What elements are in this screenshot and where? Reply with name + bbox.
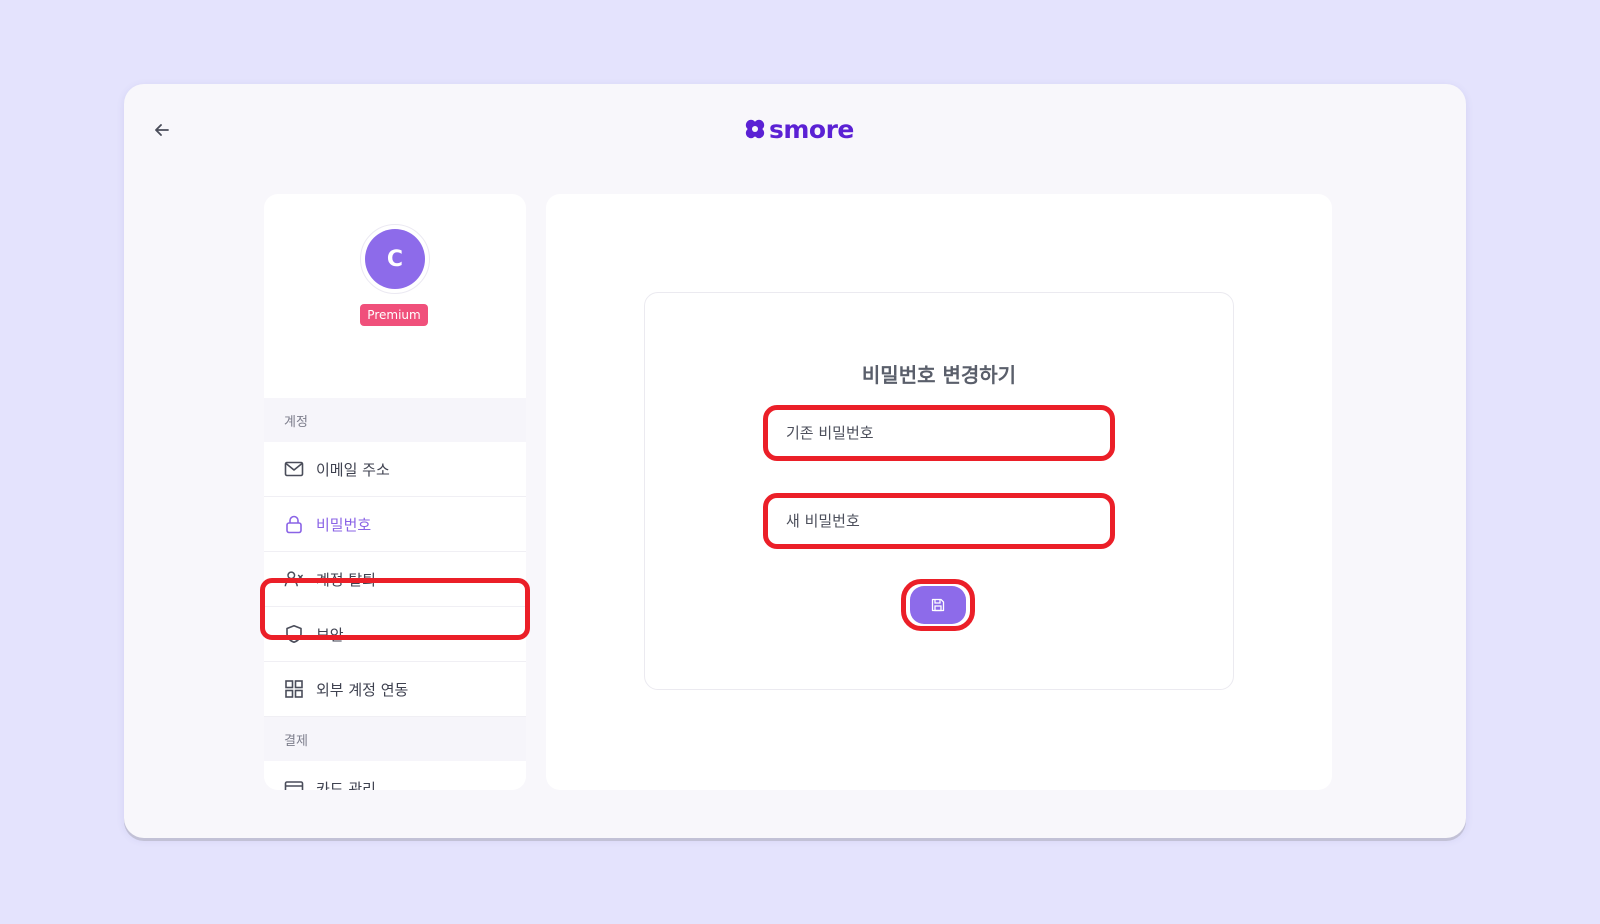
sidebar-item-label: 카드 관리: [316, 779, 376, 791]
main-panel: 비밀번호 변경하기: [546, 194, 1332, 790]
section-header-account: 계정: [264, 398, 526, 442]
sidebar-item-label: 외부 계정 연동: [316, 680, 409, 699]
mail-icon: [284, 459, 304, 479]
sidebar-item-delete-account[interactable]: 계정 탈퇴: [264, 552, 526, 607]
credit-card-icon: [284, 778, 304, 790]
user-x-icon: [284, 569, 304, 589]
card-title: 비밀번호 변경하기: [861, 363, 1017, 387]
sidebar-item-linked-accounts[interactable]: 외부 계정 연동: [264, 662, 526, 717]
settings-sidebar: C Premium 계정 이메일 주소 비밀번호 계정 탈퇴 보안 외부 계정 …: [264, 194, 526, 790]
sidebar-item-card-management[interactable]: 카드 관리: [264, 761, 526, 790]
save-button[interactable]: [910, 586, 966, 624]
sidebar-item-label: 비밀번호: [316, 515, 372, 534]
password-change-card: 비밀번호 변경하기: [644, 292, 1234, 690]
sidebar-item-label: 보안: [316, 625, 344, 644]
logo-text: smore: [769, 114, 854, 144]
smore-logo-mark-icon: [745, 119, 765, 139]
section-header-billing: 결제: [264, 717, 526, 761]
sidebar-item-email[interactable]: 이메일 주소: [264, 442, 526, 497]
back-button[interactable]: [148, 116, 176, 144]
sidebar-item-label: 계정 탈퇴: [316, 570, 376, 589]
save-icon: [931, 598, 945, 612]
save-button-highlight: [901, 579, 975, 631]
new-password-input[interactable]: [763, 493, 1115, 549]
grid-icon: [284, 679, 304, 699]
avatar[interactable]: C: [365, 229, 425, 289]
current-password-input[interactable]: [763, 405, 1115, 461]
settings-menu: 계정 이메일 주소 비밀번호 계정 탈퇴 보안 외부 계정 연동 결제 카드 관…: [264, 398, 526, 790]
sidebar-item-security[interactable]: 보안: [264, 607, 526, 662]
avatar-frame: C: [360, 224, 430, 294]
smore-logo[interactable]: smore: [744, 112, 854, 146]
settings-window: smore C Premium 계정 이메일 주소 비밀번호 계정 탈퇴 보안 …: [124, 84, 1466, 838]
lock-icon: [284, 514, 304, 534]
shield-icon: [284, 624, 304, 644]
sidebar-item-label: 이메일 주소: [316, 460, 390, 479]
sidebar-item-password[interactable]: 비밀번호: [264, 497, 526, 552]
arrow-left-icon: [155, 124, 169, 136]
premium-badge: Premium: [360, 304, 428, 326]
